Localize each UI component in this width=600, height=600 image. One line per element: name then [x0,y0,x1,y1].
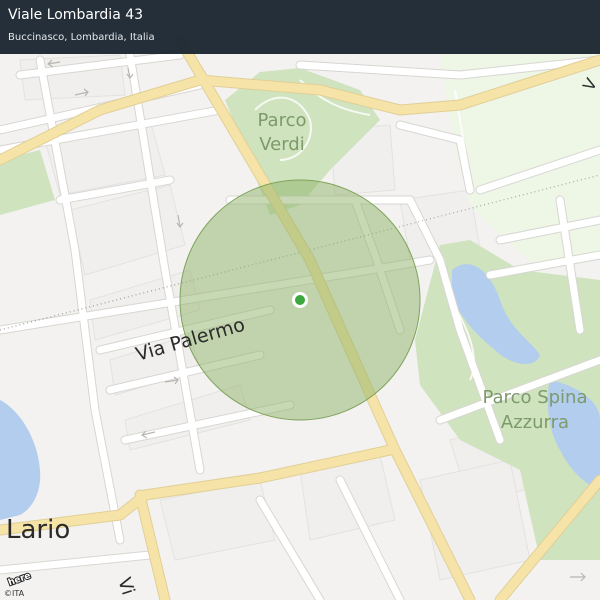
map-attribution: ©ITA [4,589,25,598]
label-parco-spina-1: Parco Spina [482,387,587,408]
here-logo: here [6,572,36,588]
location-pin-icon[interactable] [292,292,308,308]
label-parco-verdi-1: Parco [258,110,307,131]
label-lario: Lario [6,515,70,545]
here-logo-text: here [7,572,32,588]
map-view[interactable]: Parco Verdi Parco Spina Azzurra Via Pale… [0,0,600,600]
label-parco-spina-2: Azzurra [501,412,569,433]
address-header: Viale Lombardia 43 Buccinasco, Lombardia… [0,0,600,54]
address-subtitle: Buccinasco, Lombardia, Italia [8,32,155,43]
label-parco-verdi-2: Verdi [259,134,305,155]
map-canvas[interactable]: Parco Verdi Parco Spina Azzurra Via Pale… [0,0,600,600]
address-title: Viale Lombardia 43 [8,7,144,23]
